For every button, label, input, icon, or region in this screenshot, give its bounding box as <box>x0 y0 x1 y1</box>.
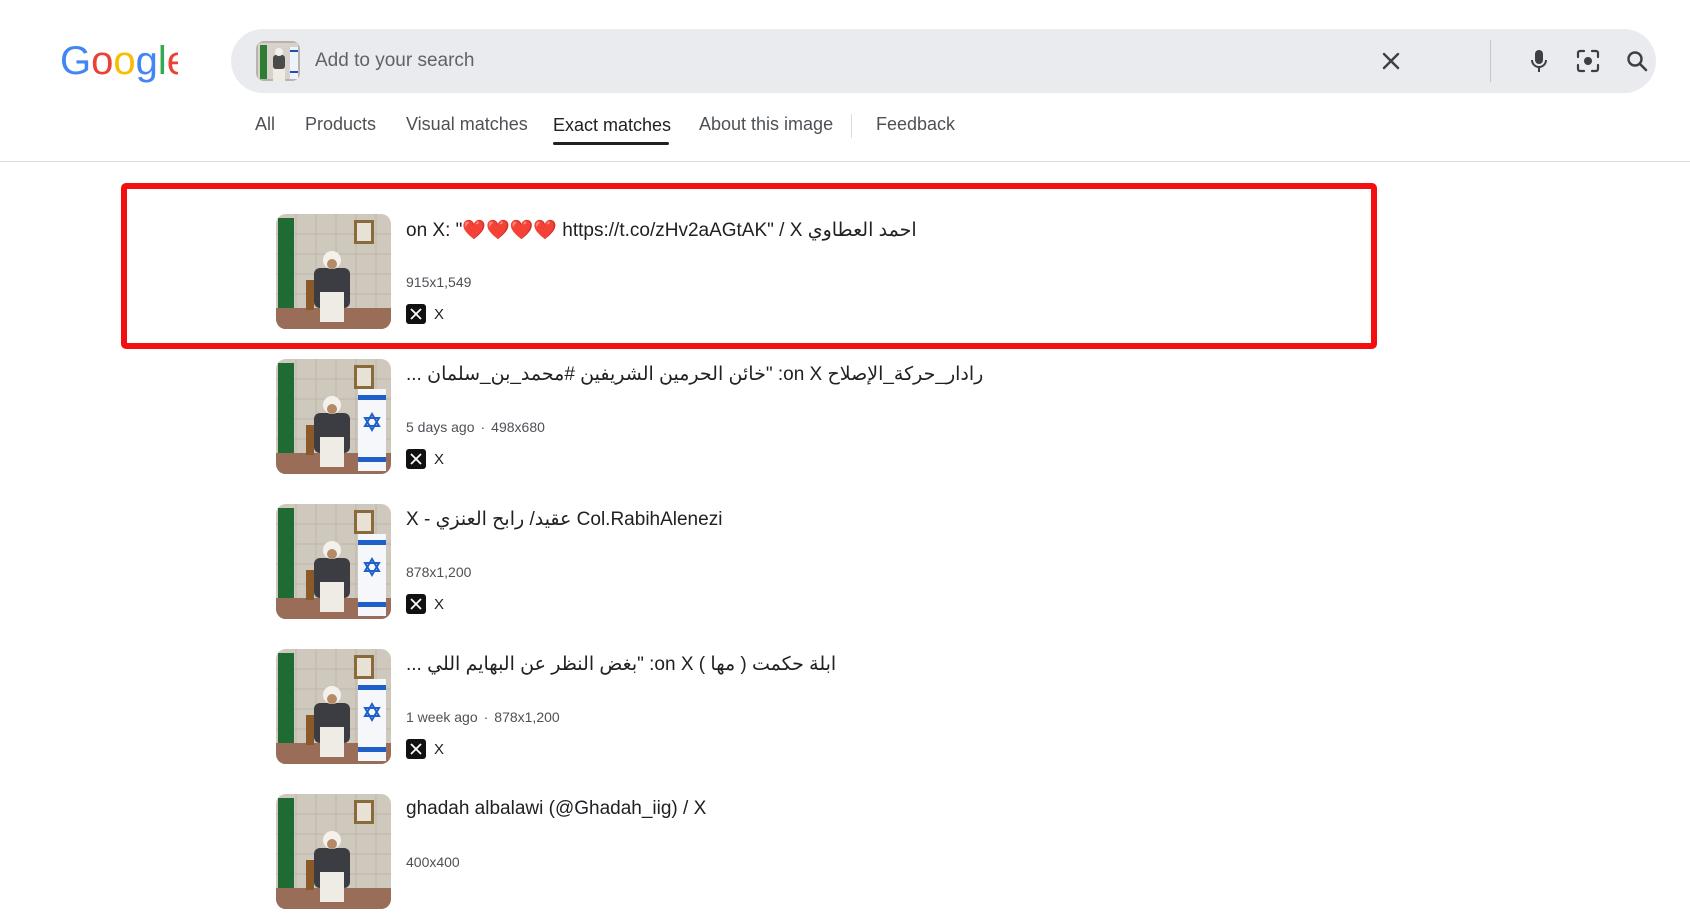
image-dimensions: 878x1,200 <box>494 709 560 725</box>
image-dimensions: 498x680 <box>491 419 545 435</box>
result-title[interactable]: رادار_حركة_الإصلاح on X: "خائن الحرمين ا… <box>406 363 983 386</box>
close-icon[interactable] <box>1373 43 1409 79</box>
result-age: 5 days ago <box>406 419 475 435</box>
tab-products[interactable]: Products <box>305 114 376 135</box>
tab-feedback[interactable]: Feedback <box>876 114 955 135</box>
source-name: X <box>434 305 445 323</box>
camera-lens-icon[interactable] <box>1570 43 1606 79</box>
active-tab-indicator <box>553 142 669 145</box>
result-meta: 1 week ago · 878x1,200 <box>406 709 560 725</box>
search-icon[interactable] <box>1619 43 1655 79</box>
x-logo-icon <box>406 449 426 469</box>
search-divider <box>1490 40 1491 82</box>
x-logo-icon <box>406 304 426 324</box>
result-title[interactable]: ابلة حكمت ( مها ) on X: "بغض النظر عن ال… <box>406 653 836 676</box>
result-source[interactable]: X <box>406 594 444 614</box>
result-meta: 878x1,200 <box>406 564 471 580</box>
tab-separator <box>851 114 852 138</box>
result-thumbnail[interactable] <box>276 214 391 329</box>
result-item[interactable]: ghadah albalawi (@Ghadah_iig) / X 400x40… <box>276 794 1376 914</box>
result-title[interactable]: X - عقيد/ رابح العنزي Col.RabihAlenezi <box>406 508 722 531</box>
x-logo-icon <box>406 739 426 759</box>
source-name: X <box>434 595 445 613</box>
result-item[interactable]: احمد العطاوي on X: "❤️❤️❤️❤️ https://t.c… <box>276 214 1376 334</box>
result-meta: 400x400 <box>406 854 460 870</box>
result-source[interactable]: X <box>406 304 444 324</box>
result-source[interactable]: X <box>406 739 444 759</box>
x-logo-icon <box>406 594 426 614</box>
result-thumbnail[interactable] <box>276 504 391 619</box>
result-thumbnail[interactable] <box>276 359 391 474</box>
microphone-icon[interactable] <box>1521 43 1557 79</box>
result-item[interactable]: ابلة حكمت ( مها ) on X: "بغض النظر عن ال… <box>276 649 1376 769</box>
query-image-thumbnail[interactable] <box>256 41 300 81</box>
tab-exact-matches[interactable]: Exact matches <box>553 115 671 136</box>
result-thumbnail[interactable] <box>276 649 391 764</box>
svg-text:Google: Google <box>60 39 178 83</box>
result-item[interactable]: رادار_حركة_الإصلاح on X: "خائن الحرمين ا… <box>276 359 1376 479</box>
image-dimensions: 878x1,200 <box>406 564 472 580</box>
tab-about-this-image[interactable]: About this image <box>699 114 833 135</box>
google-logo[interactable]: Google <box>58 36 178 84</box>
meta-separator: · <box>483 709 489 725</box>
source-name: X <box>434 740 445 758</box>
source-name: X <box>434 450 445 468</box>
result-source[interactable]: X <box>406 449 444 469</box>
tab-visual-matches[interactable]: Visual matches <box>406 114 528 135</box>
image-dimensions: 400x400 <box>406 854 460 870</box>
result-thumbnail[interactable] <box>276 794 391 909</box>
tab-all[interactable]: All <box>255 114 275 135</box>
header-divider <box>0 161 1690 162</box>
meta-separator: · <box>480 419 486 435</box>
search-bar <box>231 29 1656 93</box>
result-title[interactable]: احمد العطاوي on X: "❤️❤️❤️❤️ https://t.c… <box>406 218 917 242</box>
search-input[interactable] <box>315 29 1355 93</box>
result-meta: 5 days ago · 498x680 <box>406 419 545 435</box>
result-item[interactable]: X - عقيد/ رابح العنزي Col.RabihAlenezi 8… <box>276 504 1376 624</box>
result-title[interactable]: ghadah albalawi (@Ghadah_iig) / X <box>406 798 706 820</box>
image-dimensions: 915x1,549 <box>406 274 472 290</box>
result-age: 1 week ago <box>406 709 478 725</box>
result-meta: 915x1,549 <box>406 274 471 290</box>
